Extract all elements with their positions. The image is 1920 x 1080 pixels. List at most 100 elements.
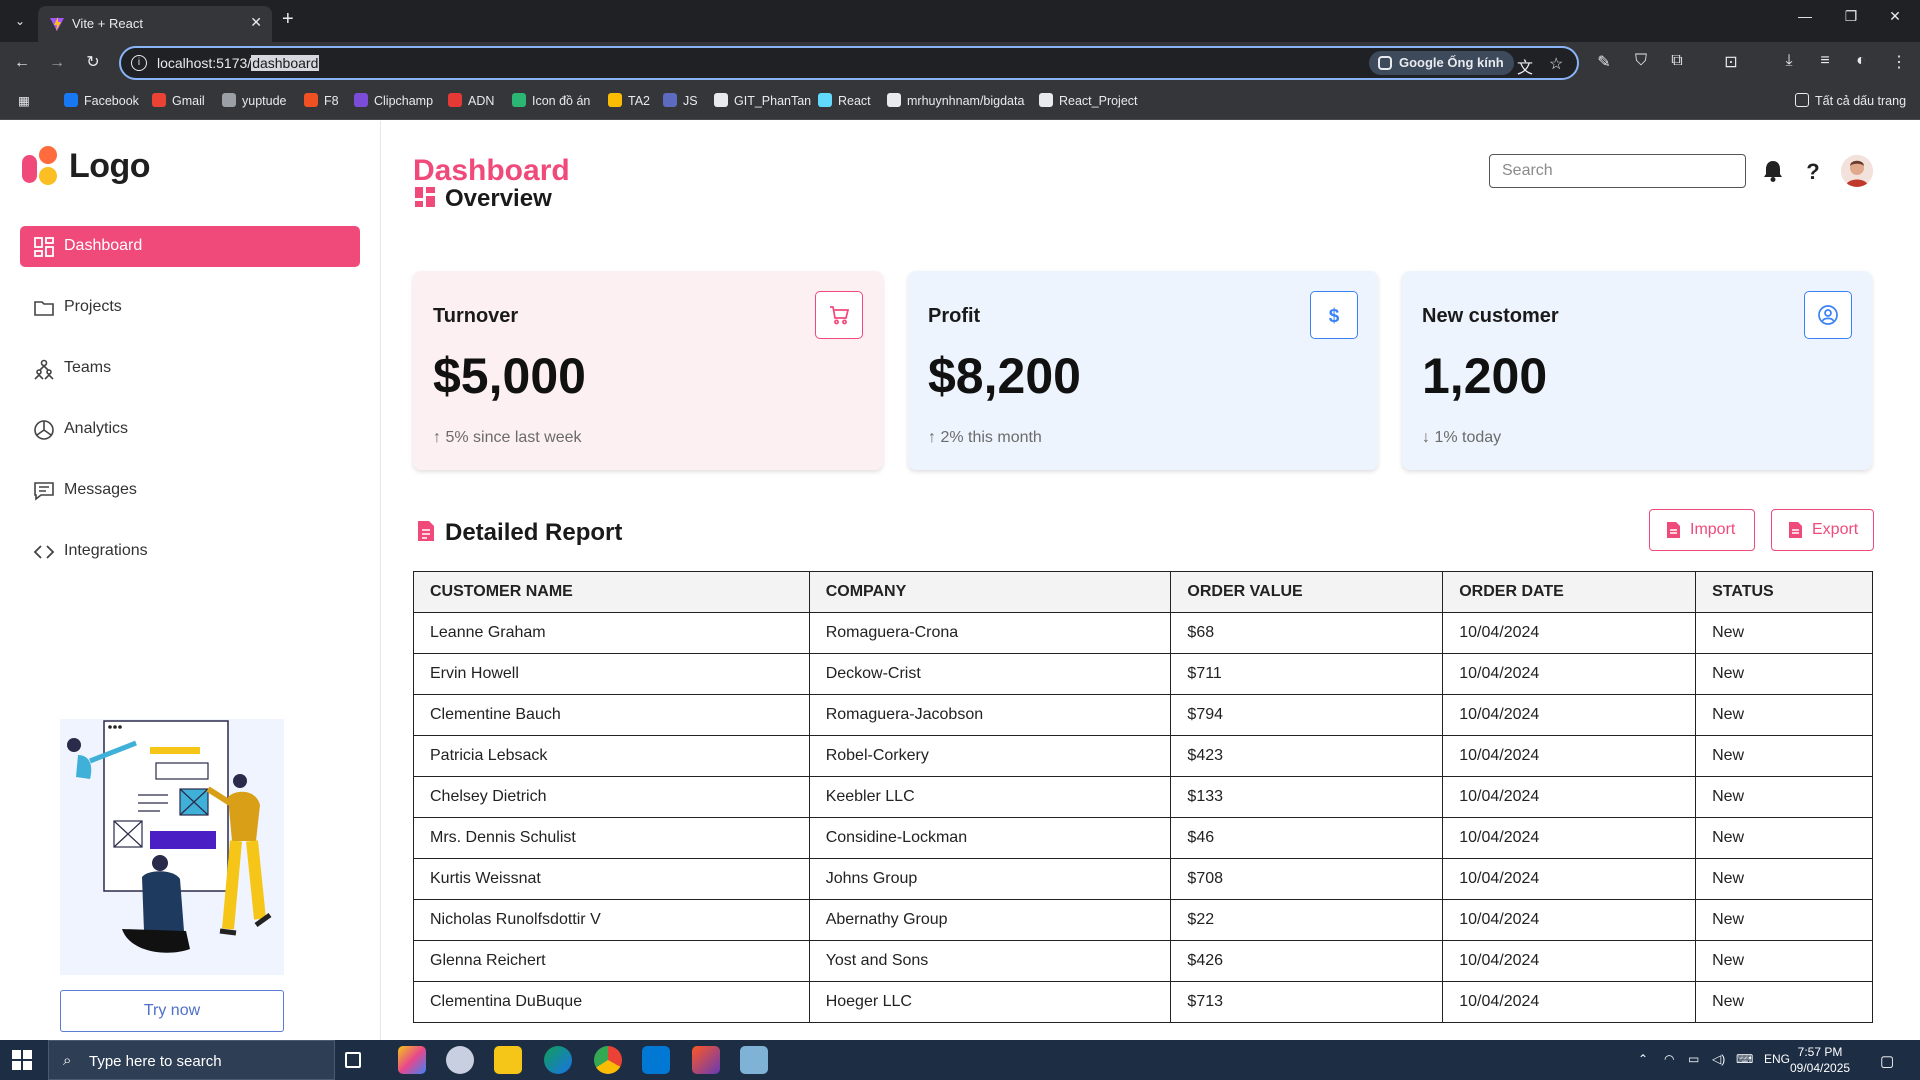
folder-icon xyxy=(1795,93,1809,107)
bookmark-item[interactable]: TA2 xyxy=(608,93,650,108)
media-icon[interactable]: ≡ xyxy=(1814,52,1836,70)
sidebar-item-analytics[interactable]: Analytics xyxy=(20,409,360,450)
taskbar-search[interactable]: ⌕ Type here to search xyxy=(48,1040,335,1080)
help-icon[interactable]: ? xyxy=(1800,158,1826,184)
search-input[interactable] xyxy=(1489,154,1746,188)
tab-search-chevron-icon[interactable]: ⌄ xyxy=(8,9,32,33)
browser-tab[interactable]: Vite + React ✕ xyxy=(38,6,272,42)
column-header[interactable]: COMPANY xyxy=(808,571,1172,613)
sidebar-item-label: Projects xyxy=(64,298,122,315)
search-icon: ⌕ xyxy=(63,1052,72,1069)
bookmark-item[interactable]: GIT_PhanTan xyxy=(714,93,811,108)
column-header[interactable]: CUSTOMER NAME xyxy=(413,571,810,613)
chrome-icon[interactable] xyxy=(594,1046,622,1074)
bookmark-item[interactable]: Facebook xyxy=(64,93,139,108)
bookmark-item[interactable]: mrhuynhnam/bigdata xyxy=(887,93,1024,108)
table-row[interactable]: Chelsey Dietrich Keebler LLC $133 10/04/202… xyxy=(413,776,1873,818)
battery-icon[interactable]: ▭ xyxy=(1688,1052,1699,1066)
volume-icon[interactable]: ◁) xyxy=(1712,1052,1725,1066)
sidebar-item-integrations[interactable]: Integrations xyxy=(20,531,360,572)
table-row[interactable]: Clementine Bauch Romaguera-Jacobson $794 10… xyxy=(413,694,1873,736)
language-indicator[interactable]: ENG xyxy=(1764,1052,1790,1066)
bookmark-item[interactable]: yuptude xyxy=(222,93,286,108)
table-row[interactable]: Ervin Howell Deckow-Crist $711 10/04/2024 Ne… xyxy=(413,653,1873,695)
table-row[interactable]: Glenna Reichert Yost and Sons $426 10/04/20… xyxy=(413,940,1873,982)
table-cell: New xyxy=(1695,694,1873,736)
forward-icon[interactable]: → xyxy=(44,50,70,76)
wifi-icon[interactable]: ◠ xyxy=(1664,1052,1674,1066)
table-cell: Chelsey Dietrich xyxy=(413,776,810,818)
url-text[interactable]: localhost:5173/dashboard xyxy=(157,55,320,71)
sidebar-item-messages[interactable]: Messages xyxy=(20,470,360,511)
export-button[interactable]: Export xyxy=(1771,509,1874,551)
back-icon[interactable]: ← xyxy=(9,50,35,76)
dollar-button[interactable]: $ xyxy=(1310,291,1358,339)
bookmark-item[interactable]: Clipchamp xyxy=(354,93,433,108)
tab-close-icon[interactable]: ✕ xyxy=(250,14,262,31)
sidebar-item-dashboard[interactable]: Dashboard xyxy=(20,226,360,267)
bookmark-item[interactable]: Gmail xyxy=(152,93,205,108)
app-icon[interactable] xyxy=(446,1046,474,1074)
apps-grid-icon[interactable]: ▦ xyxy=(18,93,30,108)
table-row[interactable]: Patricia Lebsack Robel-Corkery $423 10/04/2… xyxy=(413,735,1873,777)
bookmark-item[interactable]: JS xyxy=(663,93,698,108)
bookmark-star-icon[interactable]: ☆ xyxy=(1549,54,1563,74)
bell-icon[interactable] xyxy=(1760,158,1786,184)
new-tab-icon[interactable]: + xyxy=(282,8,294,31)
windows-start-icon[interactable] xyxy=(12,1050,32,1070)
extension-pen-icon[interactable]: ✎ xyxy=(1593,52,1615,72)
screenshot-icon[interactable]: ⊡ xyxy=(1720,52,1742,72)
import-button[interactable]: Import xyxy=(1649,509,1755,551)
file-explorer-icon[interactable] xyxy=(494,1046,522,1074)
minimize-icon[interactable]: — xyxy=(1790,8,1820,24)
restore-icon[interactable]: ❐ xyxy=(1836,8,1866,25)
table-row[interactable]: Nicholas Runolfsdottir V Abernathy Group $… xyxy=(413,899,1873,941)
bookmark-item[interactable]: Icon đồ án xyxy=(512,93,590,108)
extensions-puzzle-icon[interactable]: ⧉ xyxy=(1666,52,1688,70)
user-circle-button[interactable] xyxy=(1804,291,1852,339)
tray-chevron-icon[interactable]: ⌃ xyxy=(1638,1052,1648,1066)
table-row[interactable]: Mrs. Dennis Schulist Considine-Lockman $46… xyxy=(413,817,1873,859)
avatar[interactable] xyxy=(1841,155,1873,187)
column-header[interactable]: ORDER VALUE xyxy=(1170,571,1444,613)
bookmark-item[interactable]: React_Project xyxy=(1039,93,1138,108)
address-bar[interactable]: i localhost:5173/dashboard Google Ống kí… xyxy=(119,46,1579,80)
reload-icon[interactable]: ↻ xyxy=(80,50,106,76)
column-header[interactable]: STATUS xyxy=(1695,571,1873,613)
try-now-button[interactable]: Try now xyxy=(60,990,284,1032)
table-row[interactable]: Kurtis Weissnat Johns Group $708 10/04/2024… xyxy=(413,858,1873,900)
profile-icon[interactable]: ◐ xyxy=(1850,52,1872,70)
report-title: Detailed Report xyxy=(445,519,623,546)
app-icon[interactable] xyxy=(740,1046,768,1074)
task-view-icon[interactable] xyxy=(345,1052,361,1068)
notification-icon[interactable]: ▢ xyxy=(1880,1052,1894,1070)
edge-icon[interactable] xyxy=(544,1046,572,1074)
translate-icon[interactable]: 文 xyxy=(1517,54,1533,78)
copilot-icon[interactable] xyxy=(398,1046,426,1074)
download-icon[interactable]: ⤓ xyxy=(1778,52,1800,70)
menu-dots-icon[interactable]: ⋮ xyxy=(1888,52,1910,72)
all-bookmarks-folder[interactable]: Tất cả dấu trang xyxy=(1795,93,1906,108)
bookmark-item[interactable]: React xyxy=(818,93,871,108)
table-row[interactable]: Clementina DuBuque Hoeger LLC $713 10/04/20… xyxy=(413,981,1873,1023)
keyboard-icon[interactable]: ⌨ xyxy=(1736,1052,1753,1066)
table-row[interactable]: Leanne Graham Romaguera-Crona $68 10/04/202… xyxy=(413,612,1873,654)
table-cell: Clementine Bauch xyxy=(413,694,810,736)
clock[interactable]: 7:57 PM 09/04/2025 xyxy=(1790,1044,1850,1076)
sidebar-item-teams[interactable]: Teams xyxy=(20,348,360,389)
close-window-icon[interactable]: ✕ xyxy=(1880,8,1910,25)
extension-shield-icon[interactable]: ⛉ xyxy=(1630,52,1652,70)
table-cell: 10/04/2024 xyxy=(1442,940,1697,982)
sidebar-item-projects[interactable]: Projects xyxy=(20,287,360,328)
bookmark-item[interactable]: ADN xyxy=(448,93,494,108)
sidebar-item-label: Teams xyxy=(64,359,112,376)
google-lens-button[interactable]: Google Ống kính xyxy=(1369,51,1514,75)
cart-button[interactable] xyxy=(815,291,863,339)
vscode-icon[interactable] xyxy=(642,1046,670,1074)
app-icon[interactable] xyxy=(692,1046,720,1074)
column-header[interactable]: ORDER DATE xyxy=(1442,571,1697,613)
site-info-icon[interactable]: i xyxy=(131,55,147,71)
table-cell: New xyxy=(1695,981,1873,1023)
table-cell: $711 xyxy=(1170,653,1444,695)
bookmark-item[interactable]: F8 xyxy=(304,93,339,108)
